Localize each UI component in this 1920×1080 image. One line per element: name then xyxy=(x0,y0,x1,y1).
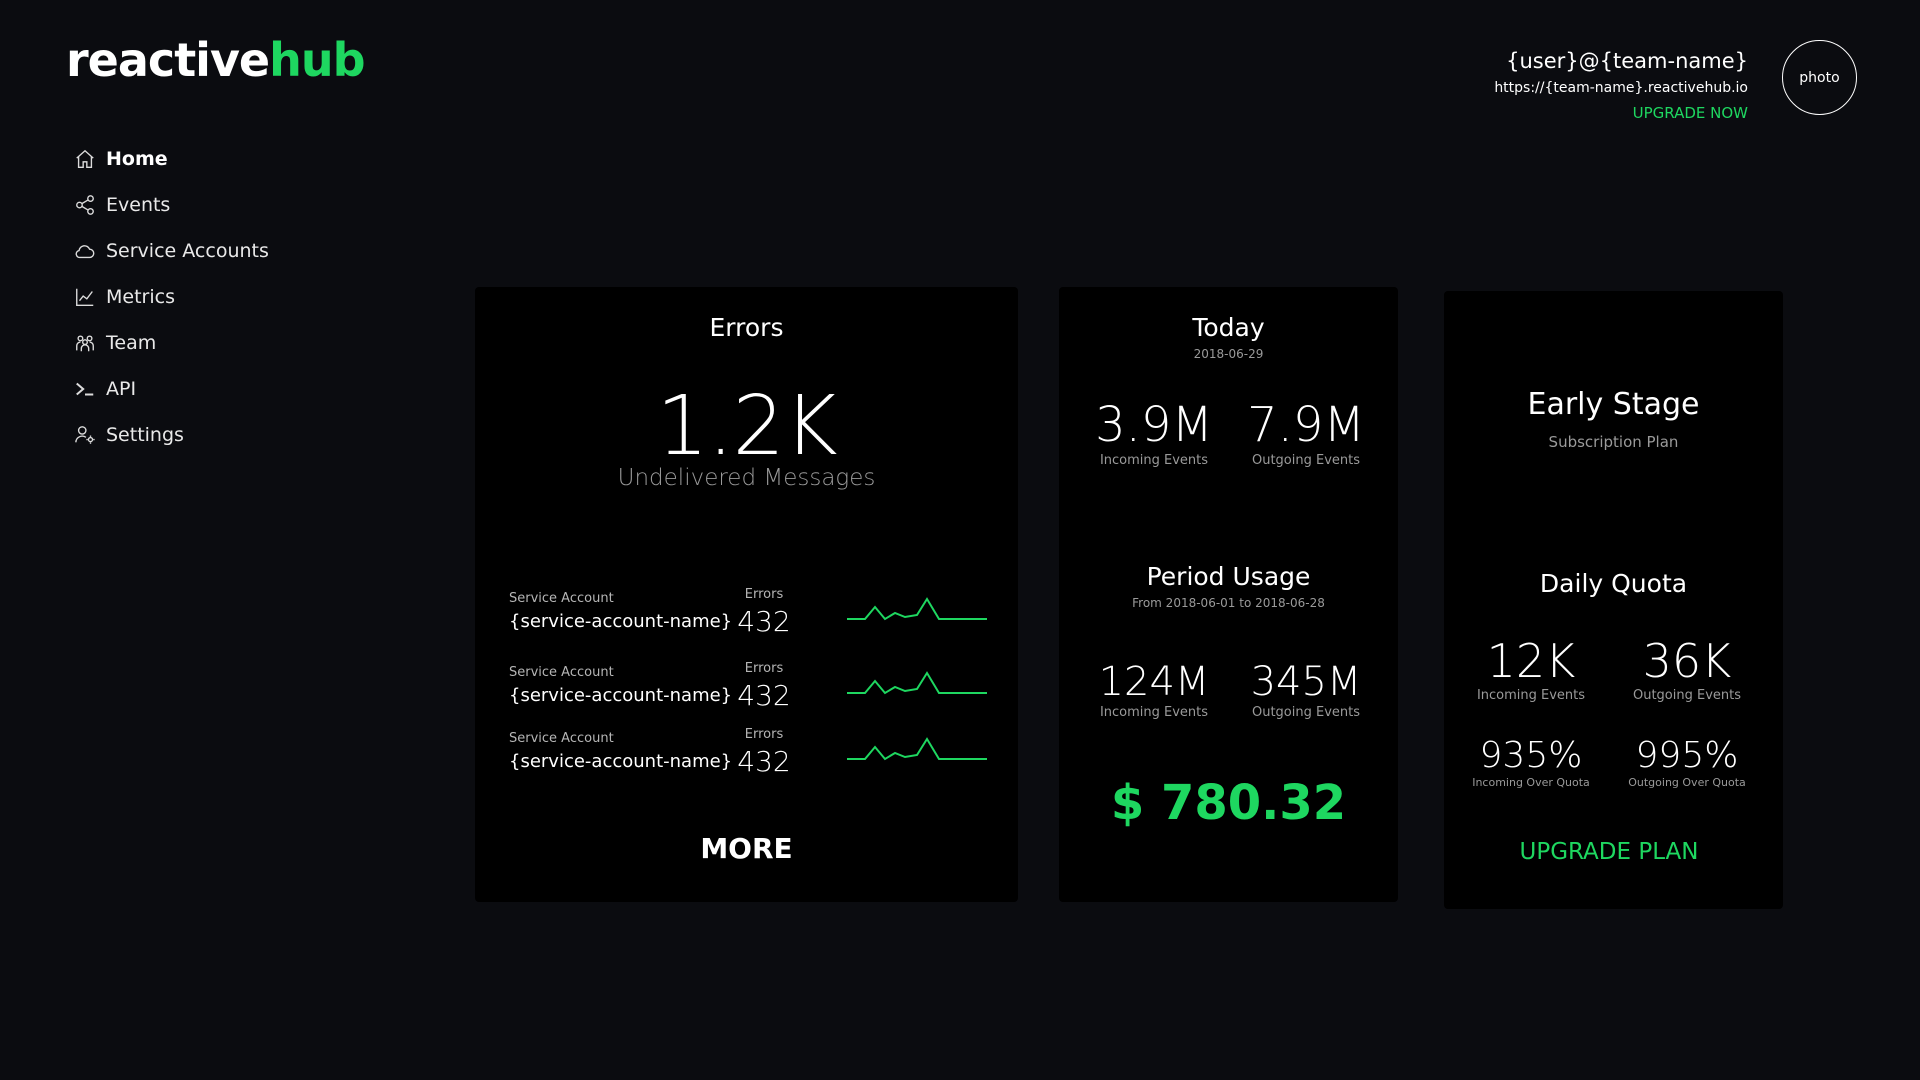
user-info: {user}@{team-name} https://{team-name}.r… xyxy=(1328,46,1748,126)
team-url[interactable]: https://{team-name}.reactivehub.io xyxy=(1328,76,1748,100)
errors-value: 432 xyxy=(737,605,791,638)
period-outgoing-value: 345M xyxy=(1250,659,1362,705)
today-outgoing-label: Outgoing Events xyxy=(1251,453,1361,468)
sidebar-nav: Home Events Service Accounts Metrics Tea… xyxy=(74,136,334,458)
today-incoming-value: 3.9M xyxy=(1095,397,1213,453)
errors-value: 432 xyxy=(737,679,791,712)
upgrade-plan-button[interactable]: UPGRADE PLAN xyxy=(1444,839,1774,865)
incoming-over-quota-label: Incoming Over Quota xyxy=(1472,776,1590,789)
errors-card: Errors 1.2K Undelivered Messages Service… xyxy=(475,287,1018,902)
errors-label: Errors xyxy=(744,587,784,602)
avatar[interactable]: photo xyxy=(1782,40,1857,115)
user-settings-icon xyxy=(74,424,96,446)
sidebar-item-label: Settings xyxy=(106,424,184,446)
logo-text-hub: hub xyxy=(269,33,365,87)
plan-card: Early Stage Subscription Plan Daily Quot… xyxy=(1444,291,1783,909)
list-item[interactable]: Service Account {service-account-name} E… xyxy=(509,727,989,781)
period-outgoing-label: Outgoing Events xyxy=(1251,705,1361,720)
sidebar-item-label: Team xyxy=(106,332,157,354)
quota-title: Daily Quota xyxy=(1539,569,1688,598)
period-incoming: 124M Incoming Events xyxy=(1079,659,1229,720)
more-button[interactable]: MORE xyxy=(475,832,1018,865)
errors-subtitle: Undelivered Messages xyxy=(617,465,876,491)
terminal-icon xyxy=(74,378,96,400)
sparkline xyxy=(847,671,987,695)
quota-incoming: 12K Incoming Events xyxy=(1456,634,1606,703)
errors-title: Errors xyxy=(709,313,784,342)
usage-card: Today 2018-06-29 3.9M Incoming Events 7.… xyxy=(1059,287,1398,902)
upgrade-now-link[interactable]: UPGRADE NOW xyxy=(1328,100,1748,126)
avatar-label: photo xyxy=(1799,69,1840,86)
service-account-name: {service-account-name} xyxy=(509,685,733,706)
sidebar-item-metrics[interactable]: Metrics xyxy=(74,274,334,320)
sidebar-item-label: Service Accounts xyxy=(106,240,269,262)
today-incoming-label: Incoming Events xyxy=(1099,453,1209,468)
errors-value: 432 xyxy=(737,745,791,778)
service-account-name: {service-account-name} xyxy=(509,611,733,632)
errors-label: Errors xyxy=(744,661,784,676)
plan-subtitle: Subscription Plan xyxy=(1548,433,1679,451)
service-account-label: Service Account xyxy=(509,731,614,746)
logo-text-reactive: reactive xyxy=(66,33,270,87)
incoming-over-quota-value: 935% xyxy=(1479,735,1583,776)
sidebar-item-service-accounts[interactable]: Service Accounts xyxy=(74,228,334,274)
cloud-icon xyxy=(74,240,96,262)
sidebar-item-events[interactable]: Events xyxy=(74,182,334,228)
sparkline xyxy=(847,597,987,621)
period-incoming-value: 124M xyxy=(1098,659,1210,705)
chart-line-icon xyxy=(74,286,96,308)
home-icon xyxy=(74,148,96,170)
period-title: Period Usage xyxy=(1146,562,1311,591)
share-icon xyxy=(74,194,96,216)
incoming-over-quota: 935% Incoming Over Quota xyxy=(1456,735,1606,789)
today-title: Today xyxy=(1192,313,1265,342)
outgoing-over-quota-label: Outgoing Over Quota xyxy=(1628,776,1746,789)
sidebar-item-api[interactable]: API xyxy=(74,366,334,412)
today-incoming: 3.9M Incoming Events xyxy=(1079,397,1229,468)
quota-outgoing-value: 36K xyxy=(1642,634,1732,688)
sparkline xyxy=(847,737,987,761)
reactivehub-logo[interactable]: reactivehub xyxy=(66,30,366,90)
outgoing-over-quota: 995% Outgoing Over Quota xyxy=(1612,735,1762,789)
quota-incoming-label: Incoming Events xyxy=(1476,688,1586,703)
quota-incoming-value: 12K xyxy=(1486,634,1576,688)
errors-label: Errors xyxy=(744,727,784,742)
list-item[interactable]: Service Account {service-account-name} E… xyxy=(509,661,989,715)
sidebar-item-team[interactable]: Team xyxy=(74,320,334,366)
period-outgoing: 345M Outgoing Events xyxy=(1231,659,1381,720)
period-range: From 2018-06-01 to 2018-06-28 xyxy=(1132,596,1325,610)
plan-name: Early Stage xyxy=(1527,387,1700,422)
sidebar-item-label: Events xyxy=(106,194,171,216)
list-item[interactable]: Service Account {service-account-name} E… xyxy=(509,587,989,641)
sidebar-item-home[interactable]: Home xyxy=(74,136,334,182)
today-outgoing: 7.9M Outgoing Events xyxy=(1231,397,1381,468)
outgoing-over-quota-value: 995% xyxy=(1635,735,1739,776)
period-cost: $ 780.32 xyxy=(1110,775,1347,831)
quota-outgoing: 36K Outgoing Events xyxy=(1612,634,1762,703)
period-incoming-label: Incoming Events xyxy=(1099,705,1209,720)
errors-total: 1.2K xyxy=(656,379,837,474)
today-date: 2018-06-29 xyxy=(1193,347,1264,361)
sidebar-item-label: Metrics xyxy=(106,286,175,308)
sidebar-item-label: API xyxy=(106,378,137,400)
sidebar-item-label: Home xyxy=(106,148,168,170)
quota-outgoing-label: Outgoing Events xyxy=(1632,688,1742,703)
service-account-label: Service Account xyxy=(509,665,614,680)
today-outgoing-value: 7.9M xyxy=(1247,397,1365,453)
service-account-label: Service Account xyxy=(509,591,614,606)
sidebar-item-settings[interactable]: Settings xyxy=(74,412,334,458)
service-account-name: {service-account-name} xyxy=(509,751,733,772)
user-team-name: {user}@{team-name} xyxy=(1506,49,1748,73)
team-icon xyxy=(74,332,96,354)
